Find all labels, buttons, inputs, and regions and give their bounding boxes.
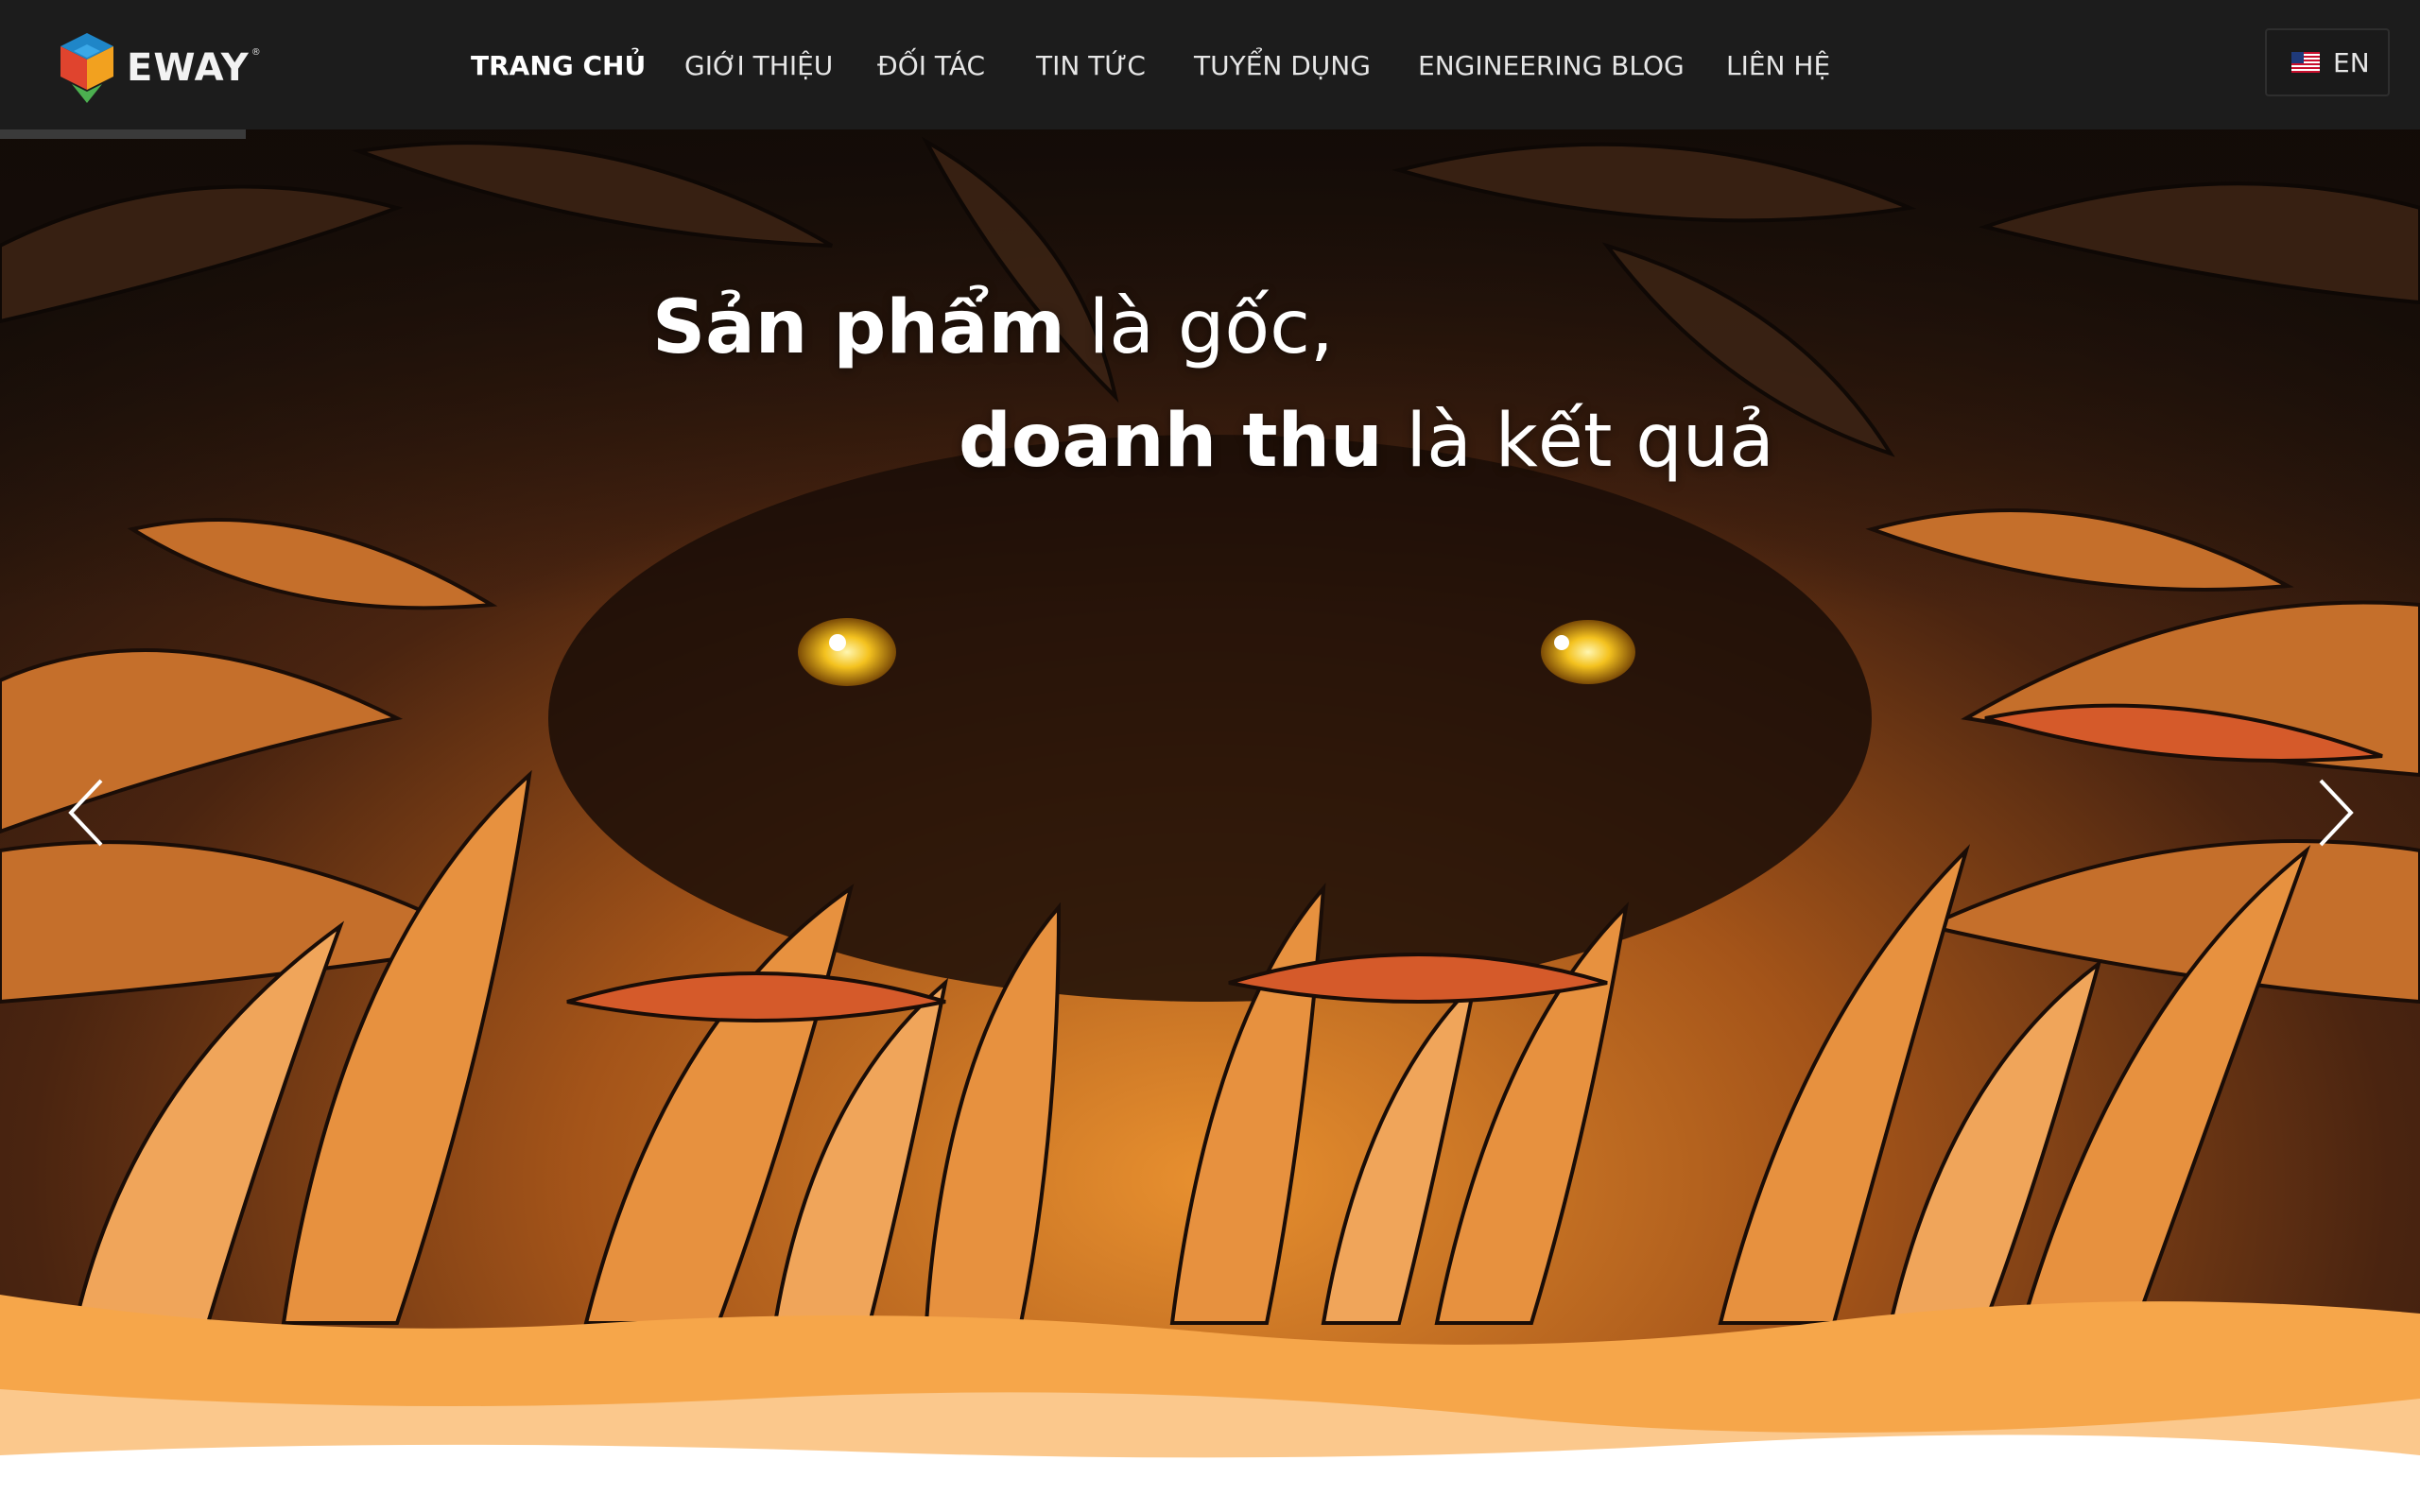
headline-light-2: là kết quả — [1382, 399, 1774, 484]
top-navbar: EWAY ® TRANG CHỦ GIỚI THIỆU ĐỐI TÁC TIN … — [0, 0, 2420, 129]
main-menu: TRANG CHỦ GIỚI THIỆU ĐỐI TÁC TIN TỨC TUY… — [0, 0, 2420, 129]
headline-bold-1: Sản phẩm — [652, 285, 1065, 370]
nav-item-trang-chu[interactable]: TRANG CHỦ — [471, 47, 646, 85]
nav-item-gioi-thieu[interactable]: GIỚI THIỆU — [684, 47, 833, 85]
hero-headline-line2: doanh thu là kết quả — [959, 399, 1774, 484]
chevron-right-icon — [2319, 779, 2354, 847]
nav-item-tuyen-dung[interactable]: TUYỂN DỤNG — [1194, 47, 1371, 85]
chevron-left-icon — [68, 779, 103, 847]
jungle-illustration — [0, 0, 2420, 1512]
slider-next-button[interactable] — [2303, 775, 2369, 850]
slider-prev-button[interactable] — [53, 775, 119, 850]
language-label: EN — [2333, 46, 2370, 78]
nav-item-engineering-blog[interactable]: ENGINEERING BLOG — [1418, 47, 1685, 85]
us-flag-icon — [2291, 52, 2320, 73]
panther-eye-left — [798, 618, 896, 686]
nav-item-lien-he[interactable]: LIÊN HỆ — [1726, 47, 1830, 85]
nav-active-indicator — [0, 129, 246, 139]
headline-light-1: là gốc, — [1064, 285, 1334, 370]
language-switcher[interactable]: EN — [2265, 28, 2390, 96]
hero-slider: Sản phẩm là gốc, doanh thu là kết quả — [0, 0, 2420, 1512]
headline-bold-2: doanh thu — [959, 399, 1383, 484]
hero-headline-line1: Sản phẩm là gốc, — [652, 285, 1334, 370]
panther-eye-right — [1541, 620, 1635, 684]
nav-item-tin-tuc[interactable]: TIN TỨC — [1036, 47, 1146, 85]
nav-item-doi-tac[interactable]: ĐỐI TÁC — [877, 47, 985, 85]
